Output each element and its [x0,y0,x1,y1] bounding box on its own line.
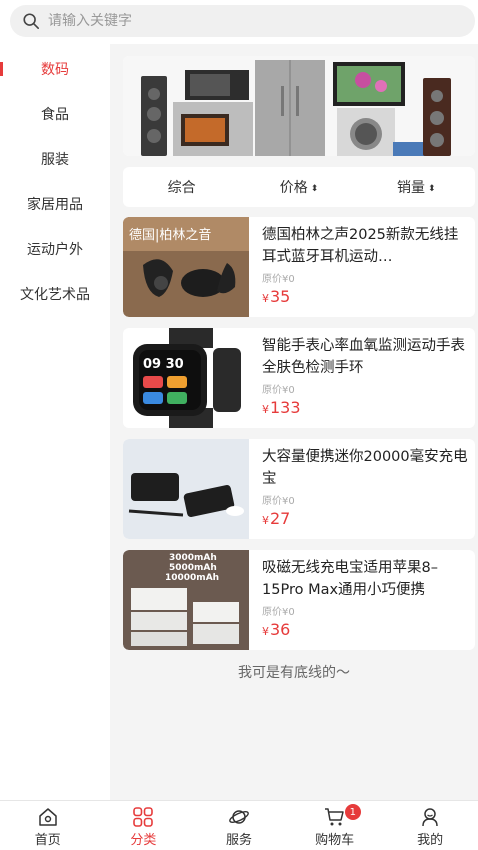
price-value: 27 [270,509,291,528]
product-price: ¥35 [262,287,290,306]
price-value: 133 [270,398,301,417]
product-image-powerbank [123,439,249,539]
tab-label: 购物车 [315,833,355,848]
capacity-label: 3000mAh [169,553,217,563]
category-item-home[interactable]: 家居用品 [0,181,110,226]
product-image-earbuds: 德国|柏林之音 [123,217,249,317]
search-icon [23,13,40,30]
bottom-tab-bar: 首页 分类 服务 购物车 1 我的 [0,800,478,850]
product-card[interactable]: 09 30 智能手表心率血氧监测运动手表全肤色检测手环 原价¥0 ¥133 [123,328,475,428]
category-banner[interactable] [123,56,475,156]
currency-symbol: ¥ [262,625,269,638]
tab-cart[interactable]: 购物车 1 [287,801,383,850]
category-label: 服装 [41,151,69,168]
sort-arrow-icon: ⬍ [428,184,436,194]
tab-label: 服务 [225,833,252,848]
watch-time-text: 09 30 [143,357,184,372]
sort-label: 价格 [279,180,308,196]
category-item-sports[interactable]: 运动户外 [0,226,110,271]
product-name: 吸磁无线充电宝适用苹果8–15Pro Max通用小巧便携 [262,560,438,598]
tab-label: 首页 [34,833,61,848]
category-sidebar: 数码 食品 服装 家居用品 运动户外 文化艺术品 [0,44,110,800]
planet-icon [229,810,249,824]
currency-symbol: ¥ [262,514,269,527]
currency-symbol: ¥ [262,292,269,305]
search-bar [0,0,478,44]
end-of-list-text: 我可是有底线的～ [238,665,350,681]
product-price: ¥36 [262,620,290,639]
sort-price[interactable]: 价格 ⬍ [240,177,357,197]
tab-home[interactable]: 首页 [0,801,96,850]
sort-label: 销量 [397,180,426,196]
currency-symbol: ¥ [262,403,269,416]
product-name: 大容量便携迷你20000毫安充电宝 [262,449,468,487]
tab-category[interactable]: 分类 [96,801,192,850]
product-original-price: 原价¥0 [262,607,295,618]
sort-bar: 综合 价格 ⬍ 销量 ⬍ [123,167,475,207]
category-item-art[interactable]: 文化艺术品 [0,271,110,316]
sort-comprehensive[interactable]: 综合 [123,177,240,197]
product-name: 智能手表心率血氧监测运动手表全肤色检测手环 [262,338,465,376]
product-name: 德国柏林之声2025新款无线挂耳式蓝牙耳机运动… [262,227,459,265]
product-card[interactable]: 3000mAh 5000mAh 10000mAh 吸磁无线充电宝适用苹果8–15… [123,550,475,650]
product-card[interactable]: 德国|柏林之音 德国柏林之声2025新款无线挂耳式蓝牙耳机运动… 原价¥0 ¥3… [123,217,475,317]
search-input[interactable] [48,13,428,29]
product-original-price: 原价¥0 [262,385,295,396]
category-item-clothing[interactable]: 服装 [0,136,110,181]
sort-arrow-icon: ⬍ [310,184,319,194]
price-value: 35 [270,287,291,306]
product-price: ¥27 [262,509,290,528]
category-icon [133,807,154,827]
tab-label: 分类 [130,833,157,848]
product-price: ¥133 [262,398,301,417]
category-label: 运动户外 [27,241,83,258]
category-label: 家居用品 [27,196,83,213]
sort-sales[interactable]: 销量 ⬍ [358,177,475,197]
category-item-digital[interactable]: 数码 [0,46,110,91]
user-icon [422,808,438,827]
tab-mine[interactable]: 我的 [382,801,478,850]
cart-icon [324,808,344,826]
product-original-price: 原价¥0 [262,496,295,507]
tab-service[interactable]: 服务 [191,801,287,850]
product-image-smartwatch: 09 30 [123,328,249,428]
category-item-food[interactable]: 食品 [0,91,110,136]
price-value: 36 [270,620,291,639]
cart-badge: 1 [344,804,361,820]
category-label: 食品 [41,106,69,123]
tab-label: 我的 [417,833,444,848]
product-image-text: 德国|柏林之音 [129,227,211,243]
capacity-label: 10000mAh [165,573,219,583]
appliance-banner-image [123,56,475,156]
capacity-label: 5000mAh [169,563,217,573]
product-image-magnetic-powerbank: 3000mAh 5000mAh 10000mAh [123,550,249,650]
product-original-price: 原价¥0 [262,274,295,285]
search-box[interactable] [10,5,475,37]
product-card[interactable]: 大容量便携迷你20000毫安充电宝 原价¥0 ¥27 [123,439,475,539]
category-label: 文化艺术品 [20,286,90,303]
category-label: 数码 [41,61,69,78]
sort-label: 综合 [167,180,196,196]
home-icon [39,808,57,826]
main-content: 综合 价格 ⬍ 销量 ⬍ 德国|柏林之音 德国柏林之声2025新款无线挂耳式蓝牙耳机… [110,44,478,800]
